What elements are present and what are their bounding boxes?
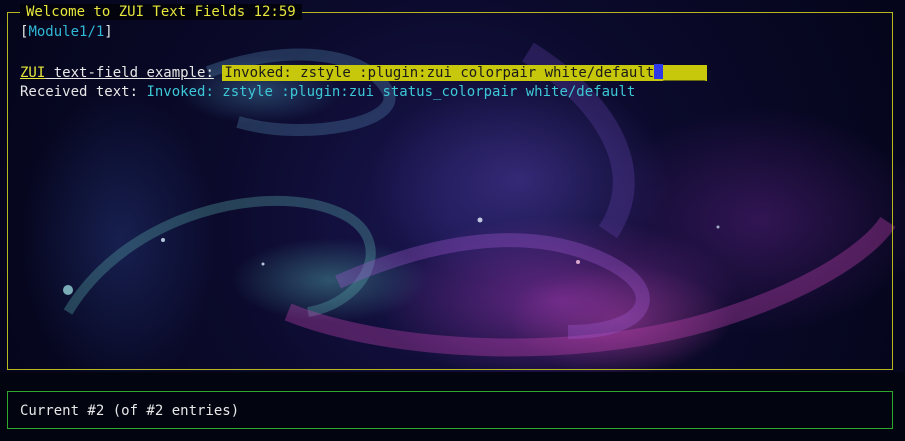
status-text: Current #2 (of #2 entries) [20,403,240,419]
text-field-label-zui: ZUI [20,65,46,81]
terminal-screen: Welcome to ZUI Text Fields 12:59 [Module… [0,0,905,441]
text-field-row: ZUI text-field example: Invoked: zstyle … [20,64,708,82]
status-bar: Current #2 (of #2 entries) [7,391,893,429]
received-text-value: Invoked: zstyle :plugin:zui status_color… [146,84,636,100]
text-field-fill: _____ [663,65,706,81]
received-text-row: Received text: Invoked: zstyle :plugin:z… [20,83,635,101]
module-link[interactable]: Module1/1 [28,24,104,40]
text-field-label-rest: text-field example: [45,65,214,81]
window-title: Welcome to ZUI Text Fields 12:59 [20,4,302,20]
text-field-input[interactable]: Invoked: zstyle :plugin:zui colorpair wh… [222,64,708,81]
module-line: [Module1/1] [20,23,113,41]
received-text-label: Received text: [20,84,147,100]
block-cursor-icon [654,64,664,79]
module-close-bracket: ] [104,24,113,40]
text-field-value: Invoked: zstyle :plugin:zui colorpair wh… [224,65,655,81]
text-field-label: ZUI text-field example: [20,65,214,81]
